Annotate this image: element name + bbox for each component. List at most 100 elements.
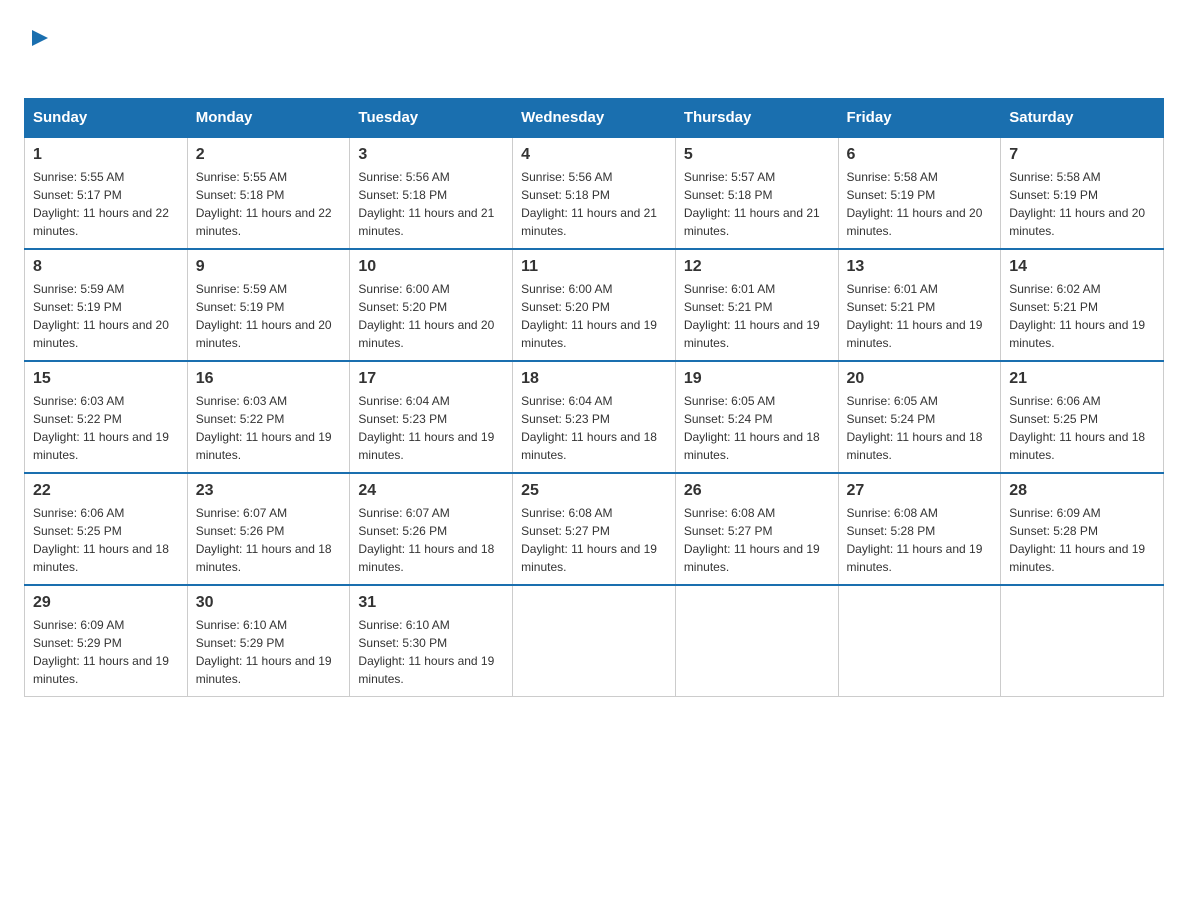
day-cell-29: 29 Sunrise: 6:09 AM Sunset: 5:29 PM Dayl…	[25, 585, 188, 697]
day-number: 27	[847, 482, 993, 500]
empty-cell	[838, 585, 1001, 697]
day-cell-12: 12 Sunrise: 6:01 AM Sunset: 5:21 PM Dayl…	[675, 249, 838, 361]
logo	[24, 24, 54, 78]
day-cell-7: 7 Sunrise: 5:58 AM Sunset: 5:19 PM Dayli…	[1001, 137, 1164, 249]
day-number: 1	[33, 146, 179, 164]
day-info: Sunrise: 6:06 AM Sunset: 5:25 PM Dayligh…	[1009, 392, 1155, 464]
day-number: 3	[358, 146, 504, 164]
day-cell-26: 26 Sunrise: 6:08 AM Sunset: 5:27 PM Dayl…	[675, 473, 838, 585]
day-number: 21	[1009, 370, 1155, 388]
week-row-4: 22 Sunrise: 6:06 AM Sunset: 5:25 PM Dayl…	[25, 473, 1164, 585]
day-cell-21: 21 Sunrise: 6:06 AM Sunset: 5:25 PM Dayl…	[1001, 361, 1164, 473]
day-info: Sunrise: 5:56 AM Sunset: 5:18 PM Dayligh…	[521, 168, 667, 240]
day-info: Sunrise: 6:07 AM Sunset: 5:26 PM Dayligh…	[196, 504, 342, 576]
day-cell-4: 4 Sunrise: 5:56 AM Sunset: 5:18 PM Dayli…	[513, 137, 676, 249]
day-info: Sunrise: 5:59 AM Sunset: 5:19 PM Dayligh…	[33, 280, 179, 352]
header-friday: Friday	[838, 99, 1001, 138]
day-number: 15	[33, 370, 179, 388]
day-cell-5: 5 Sunrise: 5:57 AM Sunset: 5:18 PM Dayli…	[675, 137, 838, 249]
day-info: Sunrise: 6:04 AM Sunset: 5:23 PM Dayligh…	[358, 392, 504, 464]
day-number: 10	[358, 258, 504, 276]
day-info: Sunrise: 6:10 AM Sunset: 5:30 PM Dayligh…	[358, 616, 504, 688]
day-number: 19	[684, 370, 830, 388]
day-cell-27: 27 Sunrise: 6:08 AM Sunset: 5:28 PM Dayl…	[838, 473, 1001, 585]
day-cell-25: 25 Sunrise: 6:08 AM Sunset: 5:27 PM Dayl…	[513, 473, 676, 585]
day-info: Sunrise: 6:08 AM Sunset: 5:27 PM Dayligh…	[521, 504, 667, 576]
day-number: 11	[521, 258, 667, 276]
day-cell-8: 8 Sunrise: 5:59 AM Sunset: 5:19 PM Dayli…	[25, 249, 188, 361]
calendar-header-row: SundayMondayTuesdayWednesdayThursdayFrid…	[25, 99, 1164, 138]
day-number: 26	[684, 482, 830, 500]
day-info: Sunrise: 6:10 AM Sunset: 5:29 PM Dayligh…	[196, 616, 342, 688]
day-info: Sunrise: 6:09 AM Sunset: 5:29 PM Dayligh…	[33, 616, 179, 688]
day-cell-17: 17 Sunrise: 6:04 AM Sunset: 5:23 PM Dayl…	[350, 361, 513, 473]
empty-cell	[513, 585, 676, 697]
day-info: Sunrise: 6:05 AM Sunset: 5:24 PM Dayligh…	[684, 392, 830, 464]
day-info: Sunrise: 5:55 AM Sunset: 5:17 PM Dayligh…	[33, 168, 179, 240]
day-number: 16	[196, 370, 342, 388]
day-cell-28: 28 Sunrise: 6:09 AM Sunset: 5:28 PM Dayl…	[1001, 473, 1164, 585]
day-cell-10: 10 Sunrise: 6:00 AM Sunset: 5:20 PM Dayl…	[350, 249, 513, 361]
day-number: 23	[196, 482, 342, 500]
empty-cell	[1001, 585, 1164, 697]
day-cell-1: 1 Sunrise: 5:55 AM Sunset: 5:17 PM Dayli…	[25, 137, 188, 249]
logo-arrow-icon	[26, 24, 54, 52]
week-row-5: 29 Sunrise: 6:09 AM Sunset: 5:29 PM Dayl…	[25, 585, 1164, 697]
day-number: 22	[33, 482, 179, 500]
day-cell-24: 24 Sunrise: 6:07 AM Sunset: 5:26 PM Dayl…	[350, 473, 513, 585]
day-info: Sunrise: 5:58 AM Sunset: 5:19 PM Dayligh…	[1009, 168, 1155, 240]
day-info: Sunrise: 5:57 AM Sunset: 5:18 PM Dayligh…	[684, 168, 830, 240]
day-number: 25	[521, 482, 667, 500]
header-thursday: Thursday	[675, 99, 838, 138]
day-cell-11: 11 Sunrise: 6:00 AM Sunset: 5:20 PM Dayl…	[513, 249, 676, 361]
header-tuesday: Tuesday	[350, 99, 513, 138]
day-cell-23: 23 Sunrise: 6:07 AM Sunset: 5:26 PM Dayl…	[187, 473, 350, 585]
page-header	[24, 24, 1164, 78]
day-number: 14	[1009, 258, 1155, 276]
calendar-table: SundayMondayTuesdayWednesdayThursdayFrid…	[24, 98, 1164, 697]
day-number: 2	[196, 146, 342, 164]
day-number: 17	[358, 370, 504, 388]
day-cell-2: 2 Sunrise: 5:55 AM Sunset: 5:18 PM Dayli…	[187, 137, 350, 249]
week-row-3: 15 Sunrise: 6:03 AM Sunset: 5:22 PM Dayl…	[25, 361, 1164, 473]
header-saturday: Saturday	[1001, 99, 1164, 138]
day-cell-30: 30 Sunrise: 6:10 AM Sunset: 5:29 PM Dayl…	[187, 585, 350, 697]
day-cell-3: 3 Sunrise: 5:56 AM Sunset: 5:18 PM Dayli…	[350, 137, 513, 249]
day-number: 6	[847, 146, 993, 164]
empty-cell	[675, 585, 838, 697]
day-number: 5	[684, 146, 830, 164]
day-number: 8	[33, 258, 179, 276]
day-info: Sunrise: 6:03 AM Sunset: 5:22 PM Dayligh…	[196, 392, 342, 464]
day-cell-15: 15 Sunrise: 6:03 AM Sunset: 5:22 PM Dayl…	[25, 361, 188, 473]
day-cell-6: 6 Sunrise: 5:58 AM Sunset: 5:19 PM Dayli…	[838, 137, 1001, 249]
day-info: Sunrise: 6:02 AM Sunset: 5:21 PM Dayligh…	[1009, 280, 1155, 352]
day-info: Sunrise: 6:00 AM Sunset: 5:20 PM Dayligh…	[521, 280, 667, 352]
day-cell-18: 18 Sunrise: 6:04 AM Sunset: 5:23 PM Dayl…	[513, 361, 676, 473]
day-info: Sunrise: 6:08 AM Sunset: 5:27 PM Dayligh…	[684, 504, 830, 576]
day-info: Sunrise: 6:09 AM Sunset: 5:28 PM Dayligh…	[1009, 504, 1155, 576]
day-cell-31: 31 Sunrise: 6:10 AM Sunset: 5:30 PM Dayl…	[350, 585, 513, 697]
day-cell-19: 19 Sunrise: 6:05 AM Sunset: 5:24 PM Dayl…	[675, 361, 838, 473]
header-monday: Monday	[187, 99, 350, 138]
day-cell-20: 20 Sunrise: 6:05 AM Sunset: 5:24 PM Dayl…	[838, 361, 1001, 473]
day-number: 20	[847, 370, 993, 388]
day-info: Sunrise: 6:01 AM Sunset: 5:21 PM Dayligh…	[847, 280, 993, 352]
day-info: Sunrise: 5:55 AM Sunset: 5:18 PM Dayligh…	[196, 168, 342, 240]
header-sunday: Sunday	[25, 99, 188, 138]
day-cell-22: 22 Sunrise: 6:06 AM Sunset: 5:25 PM Dayl…	[25, 473, 188, 585]
day-number: 31	[358, 594, 504, 612]
day-info: Sunrise: 6:08 AM Sunset: 5:28 PM Dayligh…	[847, 504, 993, 576]
day-info: Sunrise: 6:07 AM Sunset: 5:26 PM Dayligh…	[358, 504, 504, 576]
day-info: Sunrise: 6:01 AM Sunset: 5:21 PM Dayligh…	[684, 280, 830, 352]
day-number: 4	[521, 146, 667, 164]
day-info: Sunrise: 6:00 AM Sunset: 5:20 PM Dayligh…	[358, 280, 504, 352]
day-info: Sunrise: 6:06 AM Sunset: 5:25 PM Dayligh…	[33, 504, 179, 576]
day-number: 28	[1009, 482, 1155, 500]
week-row-1: 1 Sunrise: 5:55 AM Sunset: 5:17 PM Dayli…	[25, 137, 1164, 249]
day-number: 7	[1009, 146, 1155, 164]
day-cell-16: 16 Sunrise: 6:03 AM Sunset: 5:22 PM Dayl…	[187, 361, 350, 473]
day-info: Sunrise: 6:03 AM Sunset: 5:22 PM Dayligh…	[33, 392, 179, 464]
day-number: 29	[33, 594, 179, 612]
day-info: Sunrise: 5:58 AM Sunset: 5:19 PM Dayligh…	[847, 168, 993, 240]
day-number: 13	[847, 258, 993, 276]
